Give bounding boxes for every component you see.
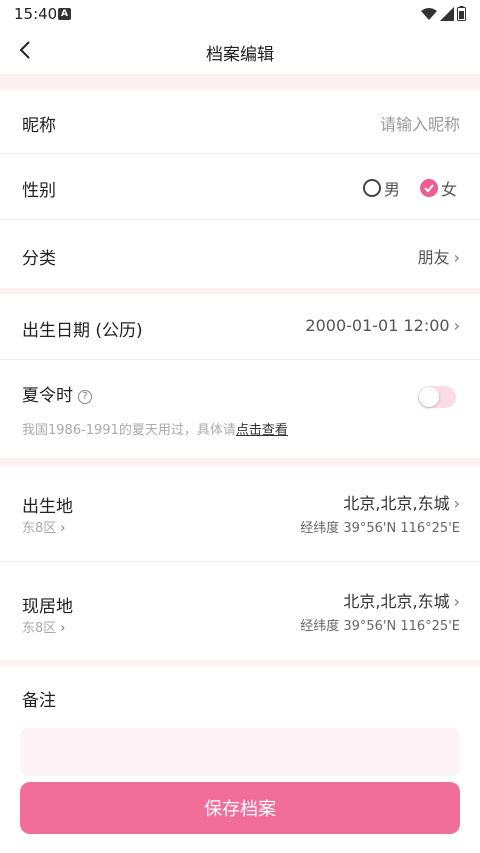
help-icon[interactable]: ? xyxy=(78,389,92,404)
notification-icon: A xyxy=(58,8,71,20)
signal-icon xyxy=(440,6,454,21)
gender-label: 性别 xyxy=(22,181,56,201)
remark-label: 备注 xyxy=(22,691,56,711)
chevron-right-icon: › xyxy=(453,248,460,267)
residence-row[interactable]: 现居地 东8区 › 北京,北京,东城 › 经纬度 39°56'N 116°25'E xyxy=(0,562,480,660)
status-bar: 15:40 A xyxy=(0,0,480,28)
nickname-row[interactable]: 昵称 请输入昵称 xyxy=(0,90,480,154)
checkmark-icon xyxy=(420,179,438,197)
status-icons xyxy=(421,6,466,21)
status-time: 15:40 xyxy=(14,5,58,23)
birth-date-label: 出生日期 (公历) xyxy=(22,321,143,341)
page-title: 档案编辑 xyxy=(206,45,274,65)
dst-toggle[interactable] xyxy=(418,386,456,408)
dst-hint-link[interactable]: 点击查看 xyxy=(236,423,288,438)
remark-row: 备注 xyxy=(0,666,480,726)
birthplace-value: 北京,北京,东城 xyxy=(343,494,450,513)
section-divider xyxy=(0,74,480,90)
gender-row: 性别 男 女 xyxy=(0,154,480,220)
toggle-knob xyxy=(419,387,439,407)
nav-bar: 档案编辑 xyxy=(0,28,480,74)
birthplace-zone[interactable]: 东8区 xyxy=(22,521,56,536)
gender-male-label: 男 xyxy=(384,180,401,199)
dst-label: 夏令时 xyxy=(22,386,73,406)
nickname-label: 昵称 xyxy=(22,116,56,136)
category-value: 朋友 xyxy=(417,248,450,267)
save-profile-button[interactable]: 保存档案 xyxy=(20,782,460,834)
chevron-right-icon: › xyxy=(60,621,66,636)
gender-female-radio[interactable]: 女 xyxy=(420,176,457,200)
gender-female-label: 女 xyxy=(441,180,458,199)
birth-date-value: 2000-01-01 12:00 xyxy=(305,316,450,335)
birthplace-label: 出生地 xyxy=(22,497,73,517)
residence-zone[interactable]: 东8区 xyxy=(22,621,56,636)
remark-input[interactable] xyxy=(20,728,460,776)
chevron-right-icon: › xyxy=(453,494,460,513)
birthplace-coords: 经纬度 39°56'N 116°25'E xyxy=(300,521,460,536)
radio-off-icon xyxy=(363,179,381,197)
chevron-right-icon: › xyxy=(60,521,66,536)
dst-hint: 我国1986-1991的夏天用过，具体请点击查看 xyxy=(22,419,288,438)
dst-hint-text: 我国1986-1991的夏天用过，具体请 xyxy=(22,423,236,438)
residence-value: 北京,北京,东城 xyxy=(343,592,450,611)
dst-row: 夏令时? xyxy=(0,360,480,458)
battery-icon xyxy=(457,6,466,21)
birth-date-row[interactable]: 出生日期 (公历) 2000-01-01 12:00 › xyxy=(0,294,480,360)
nickname-input[interactable]: 请输入昵称 xyxy=(380,111,460,135)
section-divider xyxy=(0,458,480,466)
residence-label: 现居地 xyxy=(22,597,73,617)
residence-coords: 经纬度 39°56'N 116°25'E xyxy=(300,619,460,634)
birthplace-row[interactable]: 出生地 东8区 › 北京,北京,东城 › 经纬度 39°56'N 116°25'E xyxy=(0,466,480,562)
wifi-icon xyxy=(421,7,437,20)
category-row[interactable]: 分类 朋友 › xyxy=(0,220,480,288)
gender-male-radio[interactable]: 男 xyxy=(363,176,400,200)
category-label: 分类 xyxy=(22,249,56,269)
chevron-right-icon: › xyxy=(453,592,460,611)
chevron-right-icon: › xyxy=(453,316,460,335)
